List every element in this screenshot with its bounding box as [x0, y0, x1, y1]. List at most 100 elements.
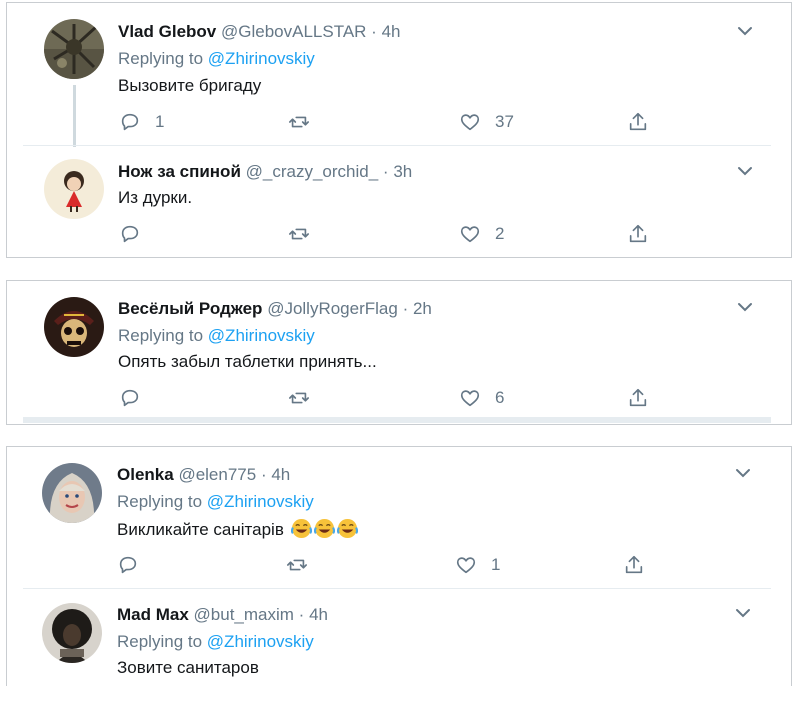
separator-dot: ·	[371, 22, 377, 41]
tweet-actions: 2	[119, 222, 659, 246]
replying-to: Replying to @Zhirinovskiy	[118, 326, 315, 346]
tweet-actions: 1 37	[119, 110, 659, 134]
tweet[interactable]: Vlad Glebov @GlebovALLSTAR · 4h Replying…	[7, 3, 791, 147]
like-button[interactable]: 6	[459, 386, 504, 410]
display-name[interactable]: Нож за спиной	[118, 162, 241, 181]
tweet-text: Из дурки.	[118, 188, 193, 207]
chevron-down-icon[interactable]	[736, 25, 754, 37]
chevron-down-icon[interactable]	[736, 165, 754, 177]
share-button[interactable]	[627, 222, 649, 246]
reply-button[interactable]	[117, 553, 139, 577]
like-count: 1	[491, 555, 501, 574]
user-handle[interactable]: @elen775	[178, 465, 256, 484]
reply-count: 1	[155, 112, 165, 131]
timestamp[interactable]: 4h	[382, 22, 401, 41]
separator-dot: ·	[382, 162, 389, 181]
madmax-avatar-image	[42, 603, 102, 663]
avatar[interactable]	[42, 463, 102, 523]
replying-label: Replying to	[117, 492, 203, 511]
like-button[interactable]: 2	[459, 222, 504, 246]
tweet-header: Olenka @elen775 · 4h	[117, 465, 290, 485]
display-name[interactable]: Olenka	[117, 465, 174, 484]
tweet[interactable]: Mad Max @but_maxim · 4h Replying to @Zhi…	[7, 589, 791, 686]
mention-link[interactable]: @Zhirinovskiy	[207, 632, 314, 651]
chevron-down-icon[interactable]	[734, 467, 752, 479]
replying-label: Replying to	[118, 49, 204, 68]
share-icon	[627, 387, 649, 409]
share-button[interactable]	[627, 386, 649, 410]
chevron-down-icon[interactable]	[736, 301, 754, 313]
reply-button[interactable]: 1	[119, 110, 164, 134]
olenka-avatar-image	[42, 463, 102, 523]
reply-button[interactable]	[119, 222, 141, 246]
like-button[interactable]: 1	[455, 553, 500, 577]
retweet-icon	[286, 554, 308, 576]
tweet-header: Mad Max @but_maxim · 4h	[117, 605, 328, 625]
retweet-button[interactable]	[286, 553, 308, 577]
heart-icon	[455, 554, 477, 576]
reply-icon	[117, 554, 139, 576]
share-icon	[627, 223, 649, 245]
like-button[interactable]: 37	[459, 110, 514, 134]
girl-avatar-image	[44, 159, 104, 219]
tweet-actions: 1	[117, 553, 657, 577]
separator-dot: ·	[260, 465, 267, 484]
separator-dot: ·	[298, 605, 305, 624]
user-handle[interactable]: @_crazy_orchid_	[246, 162, 379, 181]
timestamp[interactable]: 4h	[309, 605, 328, 624]
retweet-button[interactable]	[288, 386, 310, 410]
tweet-actions: 6	[119, 386, 659, 410]
mention-link[interactable]: @Zhirinovskiy	[208, 326, 315, 345]
thread-line	[73, 85, 76, 147]
chevron-down-icon[interactable]	[734, 607, 752, 619]
like-count: 6	[495, 388, 505, 407]
tweet[interactable]: Весёлый Роджер @JollyRogerFlag · 2h Repl…	[7, 281, 791, 417]
reply-button[interactable]	[119, 386, 141, 410]
tweet-header: Весёлый Роджер @JollyRogerFlag · 2h	[118, 299, 432, 319]
laughing-emoji	[313, 518, 335, 539]
display-name[interactable]: Vlad Glebov	[118, 22, 216, 41]
retweet-icon	[288, 387, 310, 409]
tweet[interactable]: Нож за спиной @_crazy_orchid_ · 3h Из ду…	[7, 146, 791, 256]
retweet-icon	[288, 223, 310, 245]
tweet-text-body: Викликайте санітарів	[117, 520, 284, 539]
tweet-text: Викликайте санітарів	[117, 518, 358, 540]
heart-icon	[459, 111, 481, 133]
laughing-emoji	[290, 518, 312, 539]
tweet-text: Зовите санитаров	[117, 658, 259, 677]
tweet-thread-card: Olenka @elen775 · 4h Replying to @Zhirin…	[6, 446, 792, 686]
tweet-header: Нож за спиной @_crazy_orchid_ · 3h	[118, 162, 412, 182]
separator-dot: ·	[402, 299, 409, 318]
retweet-button[interactable]	[288, 110, 310, 134]
tweet-text: Опять забыл таблетки принять...	[118, 352, 377, 371]
avatar[interactable]	[44, 159, 104, 219]
replying-label: Replying to	[117, 632, 203, 651]
avatar[interactable]	[42, 603, 102, 663]
display-name[interactable]: Весёлый Роджер	[118, 299, 262, 318]
share-icon	[623, 554, 645, 576]
timestamp[interactable]: 4h	[271, 465, 290, 484]
timestamp[interactable]: 2h	[413, 299, 432, 318]
tweet-card: Весёлый Роджер @JollyRogerFlag · 2h Repl…	[6, 280, 792, 425]
user-handle[interactable]: @JollyRogerFlag	[267, 299, 398, 318]
timestamp[interactable]: 3h	[393, 162, 412, 181]
mention-link[interactable]: @Zhirinovskiy	[207, 492, 314, 511]
mention-link[interactable]: @Zhirinovskiy	[208, 49, 315, 68]
share-button[interactable]	[623, 553, 645, 577]
share-button[interactable]	[627, 110, 649, 134]
display-name[interactable]: Mad Max	[117, 605, 189, 624]
like-count: 37	[495, 112, 514, 131]
replying-label: Replying to	[118, 326, 204, 345]
avatar[interactable]	[44, 297, 104, 357]
tweet-header: Vlad Glebov @GlebovALLSTAR · 4h	[118, 22, 401, 42]
retweet-button[interactable]	[288, 222, 310, 246]
reply-icon	[119, 111, 141, 133]
tweet[interactable]: Olenka @elen775 · 4h Replying to @Zhirin…	[7, 447, 791, 587]
laughing-emoji	[336, 518, 358, 539]
user-handle[interactable]: @but_maxim	[194, 605, 294, 624]
avatar[interactable]	[44, 19, 104, 79]
skull-avatar-image	[44, 297, 104, 357]
tweet-thread-card: Vlad Glebov @GlebovALLSTAR · 4h Replying…	[6, 2, 792, 258]
reply-icon	[119, 223, 141, 245]
user-handle[interactable]: @GlebovALLSTAR	[221, 22, 366, 41]
